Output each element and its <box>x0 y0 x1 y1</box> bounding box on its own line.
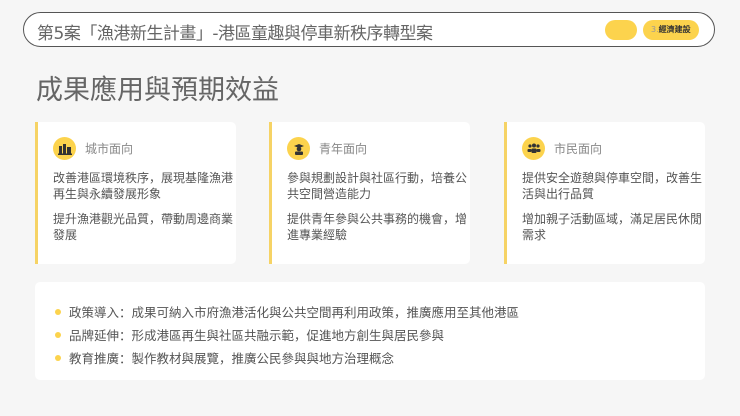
header-title: 第5案「漁港新生計畫」-港區童趣與停車新秩序轉型案 <box>37 24 433 44</box>
header-bar: 第5案「漁港新生計畫」-港區童趣與停車新秩序轉型案 3.經濟建設 <box>23 12 715 47</box>
card-youth: 青年面向 參與規劃設計與社區行動，培養公共空間營造能力 提供青年參與公共事務的機… <box>269 122 470 264</box>
card-text: 參與規劃設計與社區行動，培養公共空間營造能力 <box>287 171 468 201</box>
card-title: 市民面向 <box>554 142 603 156</box>
list-item: 品牌延伸：形成港區再生與社區共融示範，促進地方創生與居民參與 <box>55 325 444 344</box>
page-title: 成果應用與預期效益 <box>36 75 279 106</box>
list-item: 教育推廣：製作教材與展覽，推廣公民參與與地方治理概念 <box>55 348 394 367</box>
list-item-text: 教育推廣：製作教材與展覽，推廣公民參與與地方治理概念 <box>69 351 395 366</box>
card-title: 城市面向 <box>85 142 134 156</box>
card-text: 提升漁港觀光品質，帶動周邊商業發展 <box>53 212 234 242</box>
card-city: 城市面向 改善港區環境秩序，展現基隆漁港再生與永續發展形象 提升漁港觀光品質，帶… <box>35 122 236 264</box>
section-badge[interactable]: 3.經濟建設 <box>643 20 699 40</box>
people-group-icon <box>522 137 545 160</box>
card-text: 提供青年參與公共事務的機會，增進專業經驗 <box>287 212 468 242</box>
card-text: 改善港區環境秩序，展現基隆漁港再生與永續發展形象 <box>53 171 234 201</box>
section-label: 經濟建設 <box>658 25 691 34</box>
bullet-dot-icon <box>55 308 61 315</box>
list-item: 政策導入：成果可納入市府漁港活化與公共空間再利用政策，推廣應用至其他港區 <box>55 302 519 321</box>
card-title: 青年面向 <box>319 142 368 156</box>
city-buildings-icon <box>53 137 76 160</box>
nav-pill[interactable] <box>605 20 637 40</box>
bullet-dot-icon <box>55 331 61 338</box>
bullet-dot-icon <box>55 354 61 361</box>
card-text: 提供安全遊憩與停車空間，改善生活與出行品質 <box>522 171 703 201</box>
list-item-text: 政策導入：成果可納入市府漁港活化與公共空間再利用政策，推廣應用至其他港區 <box>69 305 520 320</box>
card-citizen: 市民面向 提供安全遊憩與停車空間，改善生活與出行品質 增加親子活動區域，滿足居民… <box>504 122 705 264</box>
list-item-text: 品牌延伸：形成港區再生與社區共融示範，促進地方創生與居民參與 <box>69 328 445 343</box>
card-text: 增加親子活動區域，滿足居民休閒需求 <box>522 212 703 242</box>
graduate-icon <box>287 137 310 160</box>
section-number: 3. <box>651 25 659 34</box>
applications-list: 政策導入：成果可納入市府漁港活化與公共空間再利用政策，推廣應用至其他港區 品牌延… <box>35 282 705 380</box>
